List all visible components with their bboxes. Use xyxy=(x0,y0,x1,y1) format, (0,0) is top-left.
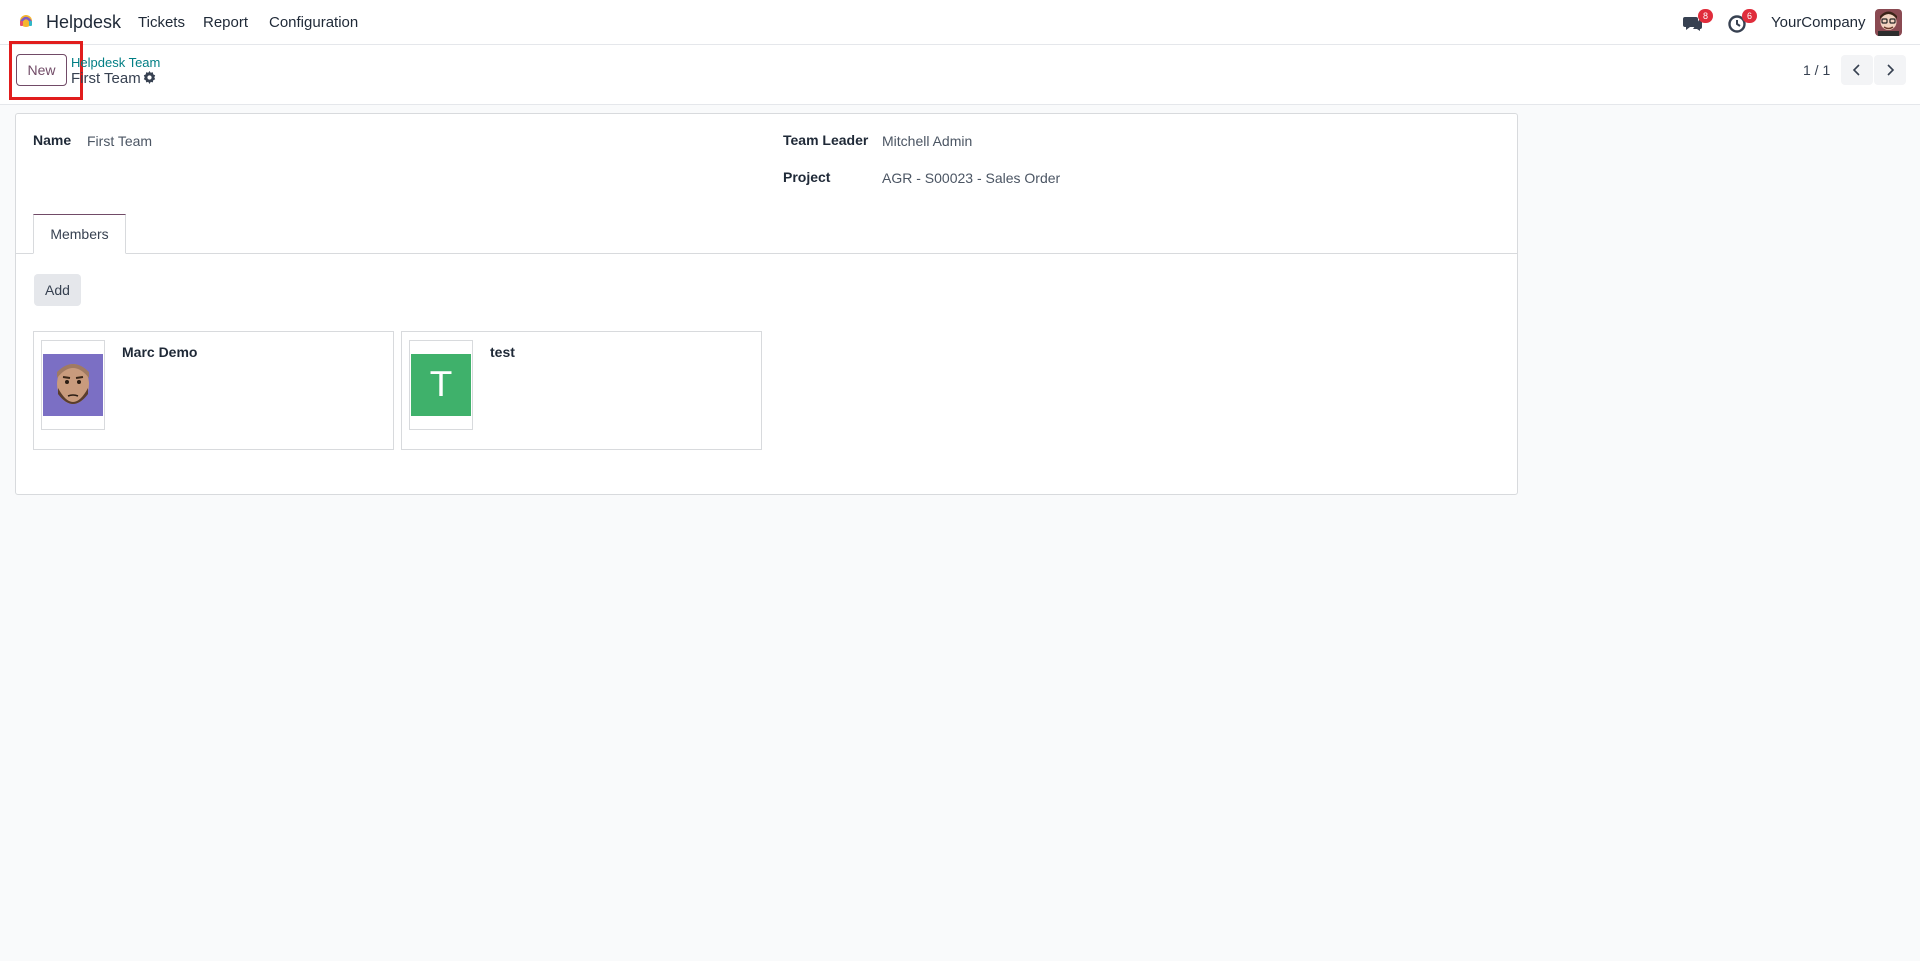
record-title: First Team xyxy=(71,70,141,87)
member-photo-icon xyxy=(43,354,103,416)
member-name: test xyxy=(490,344,515,360)
member-name: Marc Demo xyxy=(122,344,198,360)
pager-value[interactable]: 1 / 1 xyxy=(1803,62,1830,78)
avatar: T xyxy=(411,354,471,416)
control-panel xyxy=(0,45,1920,105)
menu-configuration[interactable]: Configuration xyxy=(269,14,358,31)
helpdesk-app-icon[interactable] xyxy=(17,12,35,32)
app-name[interactable]: Helpdesk xyxy=(46,12,121,33)
messages-button[interactable]: 8 xyxy=(1682,9,1713,34)
user-avatar[interactable] xyxy=(1875,9,1902,36)
name-field[interactable]: First Team xyxy=(87,133,152,149)
name-label: Name xyxy=(33,132,72,148)
top-navbar: Helpdesk Tickets Report Configuration 8 … xyxy=(0,0,1920,45)
chevron-left-icon xyxy=(1852,64,1860,76)
notebook-tabs: Members xyxy=(16,214,1517,254)
member-avatar-frame xyxy=(41,340,105,430)
member-card[interactable]: T test xyxy=(401,331,762,450)
messages-badge: 8 xyxy=(1698,9,1713,23)
activities-button[interactable]: 6 xyxy=(1726,9,1757,34)
project-field[interactable]: AGR - S00023 - Sales Order xyxy=(882,170,1060,186)
chevron-right-icon xyxy=(1887,64,1895,76)
avatar xyxy=(43,354,103,416)
team-leader-label: Team Leader xyxy=(783,132,869,148)
member-card[interactable]: Marc Demo xyxy=(33,331,394,450)
pager-previous-button[interactable] xyxy=(1841,55,1873,85)
add-member-button[interactable]: Add xyxy=(34,274,81,306)
project-label: Project xyxy=(783,169,831,185)
member-avatar-frame: T xyxy=(409,340,473,430)
menu-tickets[interactable]: Tickets xyxy=(138,14,185,31)
menu-report[interactable]: Report xyxy=(203,14,248,31)
activities-badge: 6 xyxy=(1742,9,1757,23)
user-avatar-icon xyxy=(1875,9,1902,36)
pager-next-button[interactable] xyxy=(1874,55,1906,85)
gear-icon[interactable] xyxy=(143,71,156,84)
member-initial: T xyxy=(411,354,471,416)
breadcrumb-helpdesk-team[interactable]: Helpdesk Team xyxy=(71,55,160,70)
form-sheet: Name First Team Team Leader Mitchell Adm… xyxy=(15,113,1518,495)
new-button[interactable]: New xyxy=(16,54,67,86)
tab-members[interactable]: Members xyxy=(33,214,126,254)
company-switcher[interactable]: YourCompany xyxy=(1771,14,1866,31)
team-leader-field[interactable]: Mitchell Admin xyxy=(882,133,972,149)
